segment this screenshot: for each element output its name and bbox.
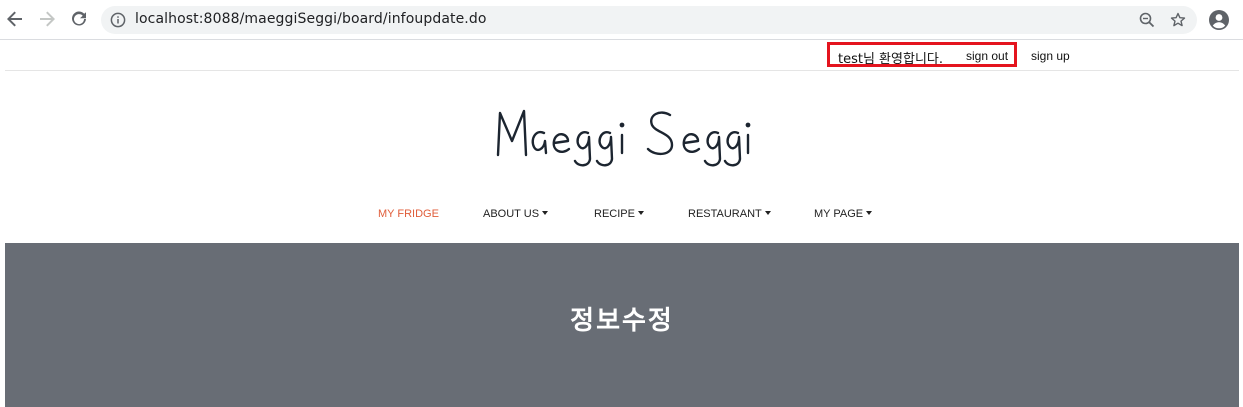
- logo-wordmark: [496, 109, 750, 167]
- zoom-button[interactable]: [1138, 11, 1156, 29]
- bookmark-button[interactable]: [1169, 11, 1187, 29]
- arrow-left-icon: [7, 11, 22, 27]
- nav-my-page[interactable]: MY PAGE: [814, 208, 873, 220]
- nav-label: RESTAURANT: [688, 208, 762, 220]
- nav-restaurant[interactable]: RESTAURANT: [688, 208, 771, 220]
- nav-label: MY FRIDGE: [378, 208, 439, 220]
- nav-label: MY PAGE: [814, 208, 864, 220]
- nav-about-us[interactable]: ABOUT US: [483, 208, 549, 220]
- page-banner: 정보수정: [5, 243, 1239, 407]
- welcome-message: test님 환영합니다.: [838, 52, 943, 67]
- nav-label: RECIPE: [594, 208, 635, 220]
- nav-my-fridge[interactable]: MY FRIDGE: [378, 208, 439, 220]
- nav-label: ABOUT US: [483, 208, 540, 220]
- reload-icon: [72, 11, 86, 26]
- caret-down-icon: [764, 211, 771, 215]
- address-bar[interactable]: localhost:8088/maeggiSeggi/board/infoupd…: [101, 6, 1197, 34]
- sign-up-link[interactable]: sign up: [1031, 49, 1070, 63]
- reload-button[interactable]: [68, 8, 90, 30]
- star-icon: [1170, 12, 1186, 27]
- info-icon[interactable]: [110, 12, 126, 28]
- forward-button[interactable]: [36, 8, 58, 30]
- profile-button[interactable]: [1208, 9, 1230, 31]
- arrow-right-icon: [40, 11, 55, 27]
- nav-recipe[interactable]: RECIPE: [594, 208, 644, 220]
- caret-down-icon: [637, 211, 644, 215]
- site-logo[interactable]: [0, 97, 1243, 172]
- browser-toolbar: localhost:8088/maeggiSeggi/board/infoupd…: [0, 0, 1243, 40]
- url-text[interactable]: localhost:8088/maeggiSeggi/board/infoupd…: [135, 11, 487, 27]
- back-button[interactable]: [4, 8, 26, 30]
- page-title: 정보수정: [570, 306, 674, 336]
- sign-out-link[interactable]: sign out: [966, 49, 1008, 63]
- zoom-out-icon: [1139, 12, 1155, 28]
- account-icon: [1209, 10, 1229, 30]
- caret-down-icon: [542, 211, 549, 215]
- caret-down-icon: [866, 211, 873, 215]
